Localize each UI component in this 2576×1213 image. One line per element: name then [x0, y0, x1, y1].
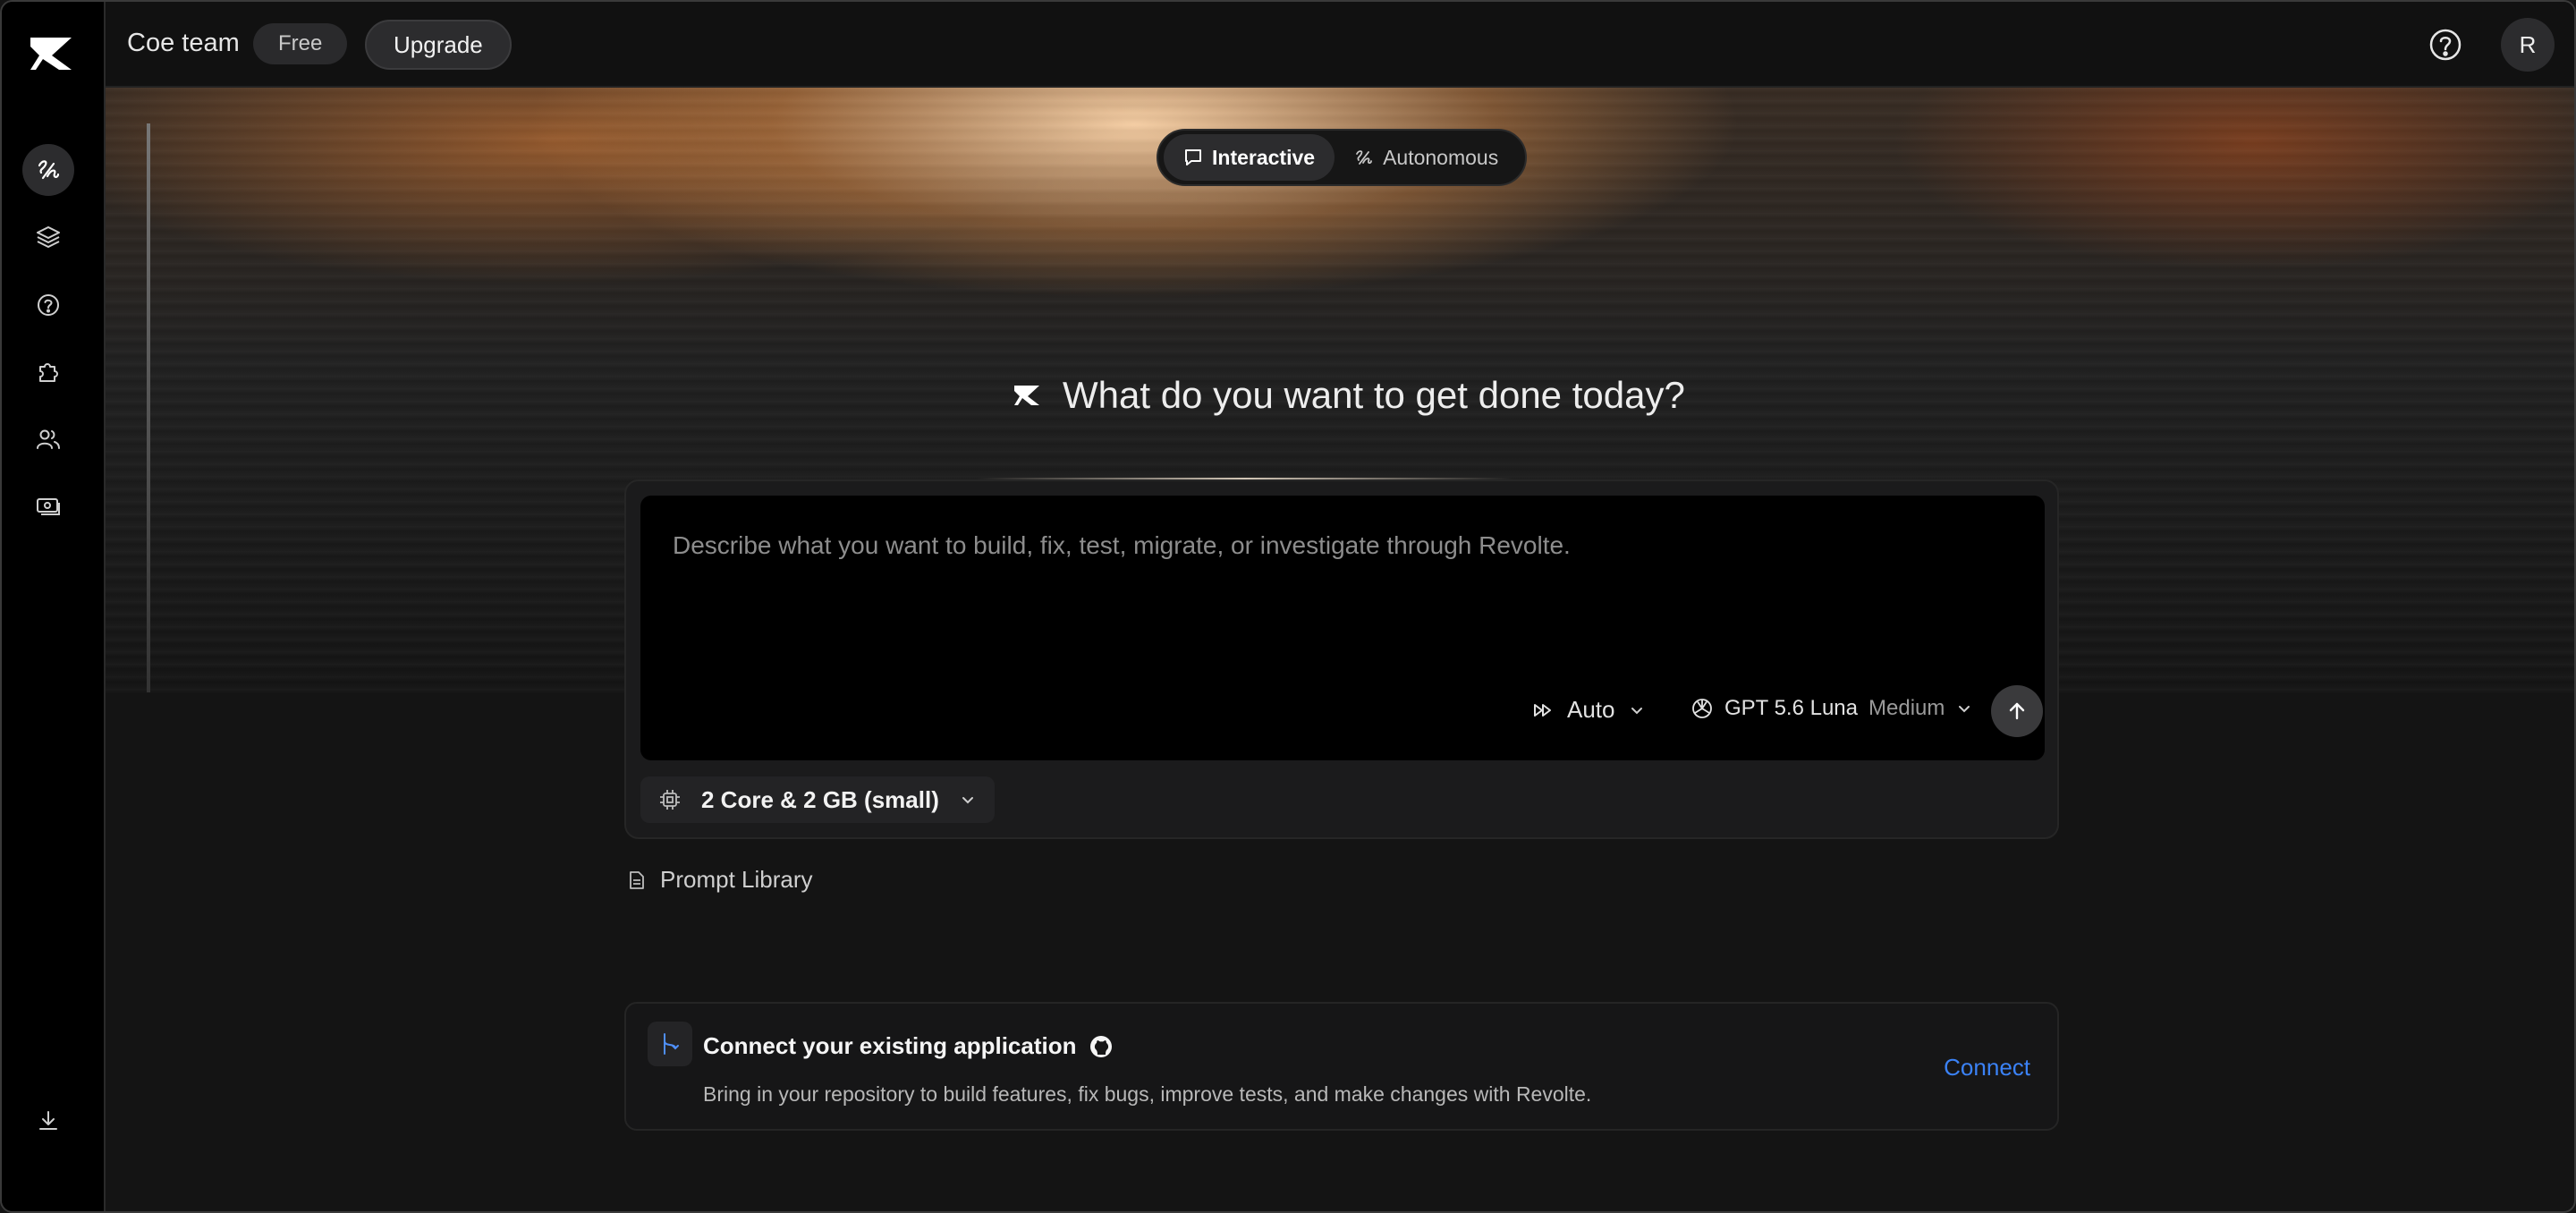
composer: Auto GPT 5.6 Luna Medium [624, 479, 2059, 839]
github-icon [1089, 1035, 1112, 1057]
machine-size-dropdown[interactable]: 2 Core & 2 GB (small) [640, 776, 995, 823]
branch-icon-container [648, 1022, 692, 1066]
download-icon [39, 1111, 57, 1130]
hero-heading: What do you want to get done today? [1013, 374, 1685, 417]
tab-interactive[interactable]: Interactive [1164, 134, 1335, 181]
top-bar: Coe team Free Upgrade R [106, 2, 2574, 88]
billing-icon [37, 498, 60, 515]
page-title: What do you want to get done today? [1063, 374, 1685, 416]
download-button[interactable] [22, 1095, 74, 1147]
prompt-area[interactable]: Auto GPT 5.6 Luna Medium [640, 496, 2045, 760]
prompt-input[interactable] [673, 531, 1925, 560]
revolte-logo-small [1014, 386, 1039, 405]
chevron-down-icon [962, 797, 973, 804]
tab-interactive-label: Interactive [1212, 145, 1316, 169]
sidebar-item-integrations[interactable] [22, 346, 74, 398]
puzzle-icon [39, 363, 58, 382]
tab-autonomous[interactable]: Autonomous [1335, 134, 1518, 181]
openai-icon [1692, 699, 1712, 718]
connect-title-text: Connect your existing application [703, 1032, 1077, 1059]
team-name[interactable]: Coe team [127, 29, 240, 58]
connect-card: Connect your existing application Bring … [624, 1002, 2059, 1131]
mode-dropdown[interactable]: Auto [1531, 696, 1646, 724]
sidebar-item-tasks[interactable] [22, 144, 74, 196]
tasks-icon [38, 160, 60, 180]
hero-divider [147, 123, 150, 692]
avatar[interactable]: R [2501, 18, 2555, 72]
sidebar-item-help[interactable] [22, 279, 74, 331]
revolte-logo[interactable] [27, 34, 80, 73]
model-name: GPT 5.6 Luna [1724, 696, 1858, 720]
connect-description: Bring in your repository to build featur… [703, 1082, 1592, 1106]
mode-toggle: Interactive Autonomous [1157, 129, 1527, 186]
upgrade-button[interactable]: Upgrade [365, 20, 512, 70]
prompt-library-label: Prompt Library [660, 866, 813, 893]
plan-badge: Free [253, 23, 348, 64]
help-icon[interactable] [2428, 27, 2463, 63]
git-branch-icon [664, 1033, 679, 1055]
fast-forward-icon [1534, 703, 1551, 717]
send-button[interactable] [1991, 685, 2043, 737]
sidebar-item-team[interactable] [22, 413, 74, 465]
cpu-icon [660, 790, 680, 810]
chat-icon [1185, 149, 1201, 165]
document-icon [630, 870, 644, 889]
autonomous-icon [1356, 150, 1372, 165]
sidebar-item-billing[interactable] [22, 480, 74, 532]
users-icon [37, 429, 60, 449]
sidebar [2, 2, 106, 1211]
machine-size-label: 2 Core & 2 GB (small) [701, 785, 939, 813]
model-level: Medium [1868, 696, 1945, 720]
model-dropdown[interactable]: GPT 5.6 Luna Medium [1690, 696, 1973, 721]
connect-button[interactable]: Connect [1944, 1054, 2030, 1082]
connect-title: Connect your existing application [703, 1032, 1114, 1060]
prompt-library-link[interactable]: Prompt Library [626, 866, 813, 894]
layers-icon [37, 226, 60, 248]
chevron-down-icon [1959, 706, 1970, 713]
tab-autonomous-label: Autonomous [1383, 145, 1499, 169]
help-circle-icon [38, 294, 59, 316]
app-window: Coe team Free Upgrade R Interactive Auto… [0, 0, 2576, 1213]
mode-label: Auto [1567, 696, 1615, 723]
chevron-down-icon [1631, 707, 1642, 714]
arrow-up-icon [2009, 702, 2025, 720]
sidebar-item-layers[interactable] [22, 211, 74, 263]
